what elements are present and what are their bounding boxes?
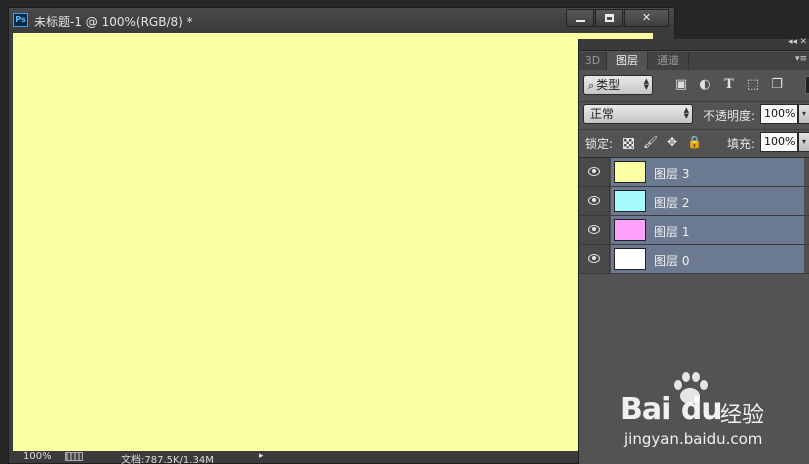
- layer-row[interactable]: 图层 1: [579, 216, 809, 245]
- lock-position-icon[interactable]: ✥: [665, 135, 679, 149]
- image-filter-icon[interactable]: ▣: [673, 77, 689, 93]
- visibility-toggle[interactable]: [579, 187, 610, 215]
- eye-icon: [588, 167, 600, 176]
- layer-thumbnail: [614, 190, 646, 212]
- document-statusbar: 100% 文档:787.5K/1.34M ▸: [9, 451, 674, 464]
- close-icon: ✕: [641, 11, 652, 24]
- layer-body[interactable]: 图层 3: [611, 158, 804, 186]
- opacity-input[interactable]: 100%: [760, 104, 798, 124]
- fill-label: 填充:: [727, 137, 756, 151]
- close-panel-icon[interactable]: ✕: [799, 37, 807, 47]
- layer-thumbnail: [614, 219, 646, 241]
- shape-filter-icon[interactable]: ⬚: [745, 77, 761, 93]
- minimize-icon: [575, 20, 585, 22]
- watermark-cn-text: 经验: [720, 403, 765, 428]
- blend-mode-select[interactable]: 正常 ▲ ▼: [583, 104, 693, 124]
- status-menu-arrow-icon[interactable]: ▸: [259, 451, 264, 461]
- lock-label: 锁定:: [585, 137, 614, 151]
- layer-body[interactable]: 图层 0: [611, 245, 804, 273]
- fill-dropdown-button[interactable]: ▾: [798, 132, 809, 152]
- document-titlebar[interactable]: Ps 未标题-1 @ 100%(RGB/8) * ✕: [9, 8, 674, 32]
- layer-body[interactable]: 图层 2: [611, 187, 804, 215]
- type-filter-icon[interactable]: T: [721, 77, 737, 93]
- tab-layers[interactable]: 图层: [607, 52, 648, 70]
- layer-row[interactable]: 图层 2: [579, 187, 809, 216]
- layer-filter-row: ⌕ 类型 ▲ ▼ ▣ ◐ T ⬚ ❐: [579, 73, 809, 97]
- layer-row[interactable]: 图层 3: [579, 158, 809, 187]
- maximize-button[interactable]: [595, 9, 623, 27]
- visibility-toggle[interactable]: [579, 158, 610, 186]
- tab-channels[interactable]: 通道: [648, 52, 689, 70]
- eye-icon: [588, 254, 600, 263]
- lock-row: 锁定: 🖌 ✥ 🔒 填充: 100% ▾: [579, 129, 809, 153]
- updown-caret-icon: ▲ ▼: [683, 106, 689, 120]
- search-icon: ⌕: [588, 79, 595, 92]
- layer-thumbnail: [614, 248, 646, 270]
- lock-all-icon[interactable]: 🔒: [687, 135, 702, 149]
- opacity-label: 不透明度:: [703, 109, 756, 123]
- layer-thumbnail: [614, 161, 646, 183]
- photoshop-logo-icon: Ps: [13, 13, 28, 27]
- chevron-down-icon: ▾: [801, 109, 806, 118]
- smart-object-filter-icon[interactable]: ❐: [769, 77, 785, 93]
- panel-header-strip: ◂◂ ✕: [579, 37, 809, 51]
- blend-row: 正常 ▲ ▼ 不透明度: 100% ▾: [579, 101, 809, 125]
- lock-transparent-pixels-icon[interactable]: [623, 138, 634, 149]
- layer-name: 图层 0: [654, 254, 690, 268]
- chevron-down-icon: ▾: [801, 137, 806, 146]
- adjustment-filter-icon[interactable]: ◐: [697, 77, 713, 93]
- layer-body[interactable]: 图层 1: [611, 216, 804, 244]
- visibility-toggle[interactable]: [579, 216, 610, 244]
- filter-toggle-switch[interactable]: [805, 76, 809, 94]
- opacity-dropdown-button[interactable]: ▾: [798, 104, 809, 124]
- panel-tabs: 3D 图层 通道 ▾≡: [579, 52, 809, 70]
- eye-icon: [588, 196, 600, 205]
- minimize-button[interactable]: [566, 9, 594, 27]
- tab-3d[interactable]: 3D: [579, 52, 607, 70]
- layer-name: 图层 2: [654, 196, 690, 210]
- watermark-url: jingyan.baidu.com: [624, 430, 763, 448]
- eye-icon: [588, 225, 600, 234]
- watermark-brand: Bai·du: [620, 392, 723, 427]
- panel-menu-icon[interactable]: ▾≡: [795, 54, 807, 64]
- filter-kind-label: 类型: [596, 78, 621, 92]
- document-window[interactable]: Ps 未标题-1 @ 100%(RGB/8) * ✕ 100% 文档:787.5…: [8, 7, 675, 464]
- baidu-jingyan-watermark: Bai·du 经验 jingyan.baidu.com: [620, 372, 809, 464]
- updown-caret-icon: ▲ ▼: [643, 77, 649, 91]
- document-profile-icon: [65, 452, 83, 461]
- layer-row[interactable]: 图层 0: [579, 245, 809, 274]
- lock-image-pixels-icon[interactable]: 🖌: [643, 135, 658, 149]
- document-canvas[interactable]: [13, 33, 653, 453]
- fill-input[interactable]: 100%: [760, 132, 798, 152]
- blend-mode-value: 正常: [590, 107, 615, 121]
- document-title: 未标题-1 @ 100%(RGB/8) *: [34, 15, 193, 29]
- maximize-icon: [604, 14, 614, 22]
- collapse-panel-icon[interactable]: ◂◂: [788, 37, 797, 47]
- layers-list: 图层 3 图层 2 图层 1 图层 0: [579, 157, 809, 275]
- close-button[interactable]: ✕: [624, 9, 669, 27]
- layer-name: 图层 3: [654, 167, 690, 181]
- layer-name: 图层 1: [654, 225, 690, 239]
- filter-kind-select[interactable]: ⌕ 类型 ▲ ▼: [583, 75, 653, 95]
- document-size-info: 文档:787.5K/1.34M: [121, 455, 214, 464]
- visibility-toggle[interactable]: [579, 245, 610, 273]
- zoom-level[interactable]: 100%: [23, 451, 52, 462]
